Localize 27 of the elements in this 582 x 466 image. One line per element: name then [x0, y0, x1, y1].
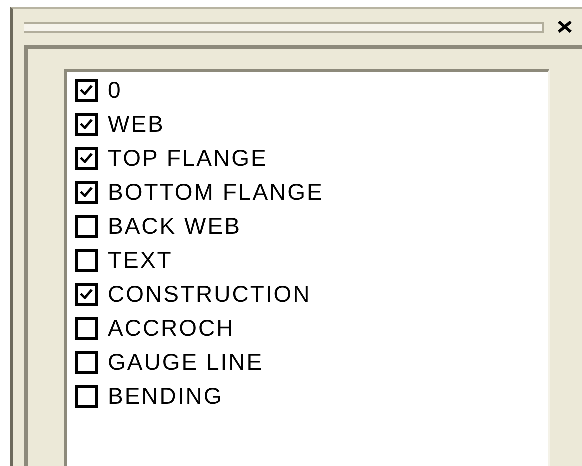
- layer-label: BOTTOM FLANGE: [108, 178, 324, 206]
- checkbox[interactable]: [75, 112, 98, 136]
- drag-grip[interactable]: [24, 22, 544, 32]
- layer-label: TEXT: [108, 246, 173, 274]
- checkmark-icon: [80, 119, 93, 129]
- layer-label: BENDING: [108, 382, 224, 410]
- checkbox[interactable]: [75, 282, 98, 306]
- checkbox[interactable]: [75, 214, 98, 238]
- checkmark-icon: [80, 85, 93, 95]
- layer-label: ACCROCH: [108, 314, 235, 342]
- checkbox[interactable]: [75, 180, 98, 204]
- checkbox[interactable]: [75, 146, 98, 170]
- checkmark-icon: [80, 153, 93, 163]
- checkbox[interactable]: [75, 316, 98, 340]
- layer-label: 0: [108, 76, 122, 104]
- layer-label: BACK WEB: [108, 212, 242, 240]
- layer-label: CONSTRUCTION: [108, 280, 312, 308]
- checkmark-icon: [80, 289, 93, 299]
- checkbox[interactable]: [75, 350, 98, 374]
- checkbox[interactable]: [75, 384, 98, 408]
- close-icon: [557, 21, 573, 33]
- checkmark-icon: [80, 187, 93, 197]
- checkbox[interactable]: [75, 78, 98, 102]
- layer-label: GAUGE LINE: [108, 348, 264, 376]
- layer-label: WEB: [108, 110, 165, 138]
- layer-label: TOP FLANGE: [108, 144, 268, 172]
- checkbox[interactable]: [75, 248, 98, 272]
